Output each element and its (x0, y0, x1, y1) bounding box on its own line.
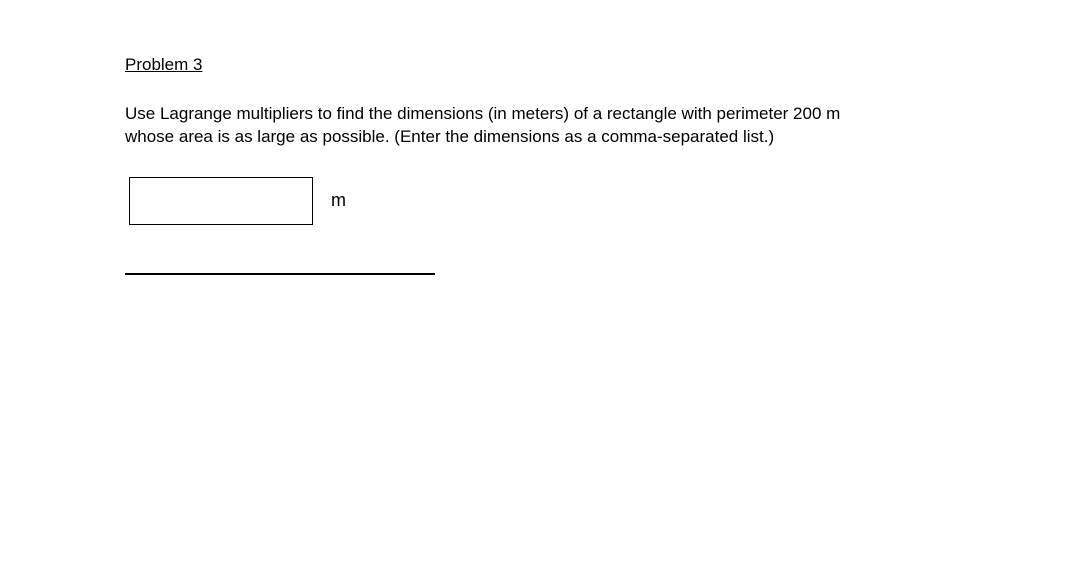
problem-statement: Use Lagrange multipliers to find the dim… (125, 103, 885, 149)
problem-container: Problem 3 Use Lagrange multipliers to fi… (0, 0, 1080, 275)
unit-label: m (331, 190, 346, 211)
problem-title: Problem 3 (125, 55, 955, 75)
answer-input[interactable] (129, 177, 313, 225)
answer-row: m (125, 177, 955, 225)
divider-line (125, 273, 435, 275)
